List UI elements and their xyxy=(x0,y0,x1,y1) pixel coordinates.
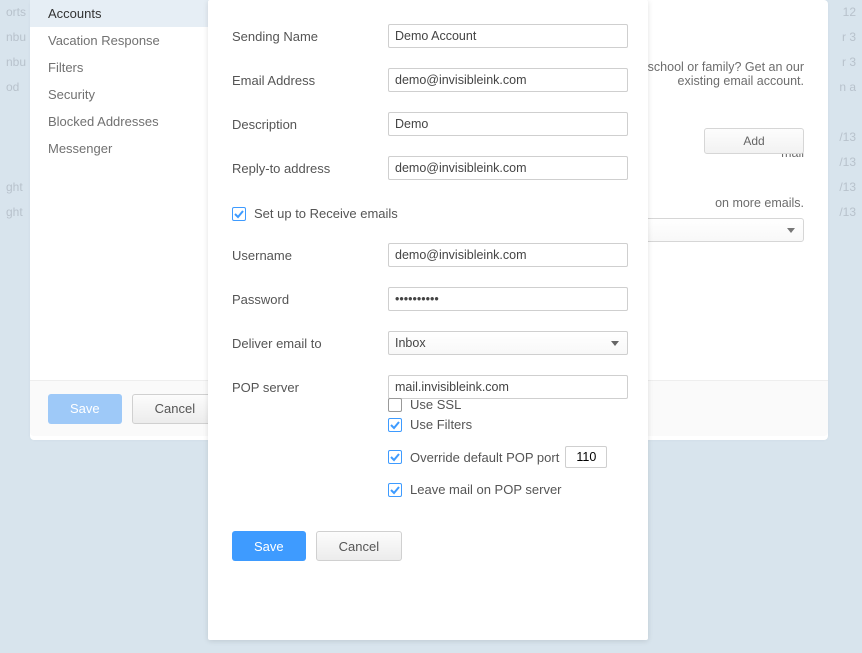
check-icon xyxy=(234,209,244,219)
sidebar-item-messenger[interactable]: Messenger xyxy=(30,135,209,162)
save-button[interactable]: Save xyxy=(232,531,306,561)
sidebar-item-label: Filters xyxy=(48,60,83,75)
add-account-button[interactable]: Add xyxy=(704,128,804,154)
override-port-checkbox[interactable] xyxy=(388,450,402,464)
email-label: Email Address xyxy=(232,73,388,88)
replyto-input[interactable] xyxy=(388,156,628,180)
username-input[interactable] xyxy=(388,243,628,267)
receive-emails-row: Set up to Receive emails xyxy=(232,206,628,221)
sidebar-item-vacation-response[interactable]: Vacation Response xyxy=(30,27,209,54)
settings-sidebar: Accounts Vacation Response Filters Secur… xyxy=(30,0,210,440)
password-label: Password xyxy=(232,292,388,307)
use-ssl-checkbox[interactable] xyxy=(388,398,402,412)
username-label: Username xyxy=(232,248,388,263)
modal-actions: Save Cancel xyxy=(232,531,628,561)
sidebar-item-accounts[interactable]: Accounts xyxy=(30,0,209,27)
sidebar-item-label: Blocked Addresses xyxy=(48,114,159,129)
sidebar-item-blocked-addresses[interactable]: Blocked Addresses xyxy=(30,108,209,135)
use-ssl-label: Use SSL xyxy=(410,397,461,412)
description-input[interactable] xyxy=(388,112,628,136)
panel-cancel-button[interactable]: Cancel xyxy=(132,394,218,424)
pop-port-input[interactable] xyxy=(565,446,607,468)
override-port-label: Override default POP port xyxy=(410,450,559,465)
replyto-label: Reply-to address xyxy=(232,161,388,176)
password-input[interactable] xyxy=(388,287,628,311)
description-label: Description xyxy=(232,117,388,132)
sidebar-item-label: Messenger xyxy=(48,141,112,156)
sidebar-item-label: Accounts xyxy=(48,6,101,21)
check-icon xyxy=(390,485,400,495)
sidebar-item-label: Vacation Response xyxy=(48,33,160,48)
leave-mail-checkbox[interactable] xyxy=(388,483,402,497)
account-select-dropdown[interactable] xyxy=(624,218,804,242)
pop-server-input[interactable] xyxy=(388,375,628,399)
email-input[interactable] xyxy=(388,68,628,92)
receive-emails-label: Set up to Receive emails xyxy=(254,206,398,221)
deliver-select[interactable]: Inbox xyxy=(388,331,628,355)
check-icon xyxy=(390,452,400,462)
pop-options: Use SSL Use Filters Override default POP… xyxy=(388,397,628,497)
leave-mail-label: Leave mail on POP server xyxy=(410,482,562,497)
pop-label: POP server xyxy=(232,380,388,395)
account-settings-modal: Sending Name Email Address Description R… xyxy=(208,0,648,640)
sending-name-label: Sending Name xyxy=(232,29,388,44)
deliver-label: Deliver email to xyxy=(232,336,388,351)
check-icon xyxy=(390,420,400,430)
sending-name-input[interactable] xyxy=(388,24,628,48)
receive-emails-checkbox[interactable] xyxy=(232,207,246,221)
sidebar-item-security[interactable]: Security xyxy=(30,81,209,108)
sidebar-item-label: Security xyxy=(48,87,95,102)
use-filters-checkbox[interactable] xyxy=(388,418,402,432)
sidebar-item-filters[interactable]: Filters xyxy=(30,54,209,81)
use-filters-label: Use Filters xyxy=(410,417,472,432)
cancel-button[interactable]: Cancel xyxy=(316,531,402,561)
panel-save-button[interactable]: Save xyxy=(48,394,122,424)
